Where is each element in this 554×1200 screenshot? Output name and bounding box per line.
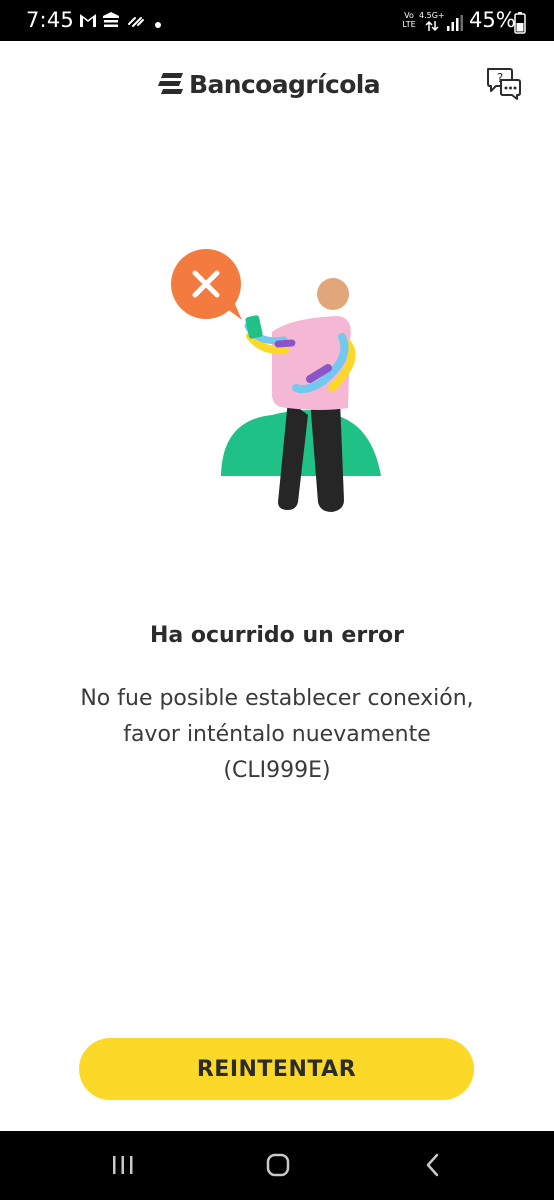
gmail-icon — [80, 14, 96, 27]
error-title: Ha ocurrido un error — [149, 623, 405, 648]
back-button[interactable] — [409, 1145, 457, 1185]
error-message-line: No fue posible establecer conexión, — [80, 686, 474, 711]
recent-apps-icon — [113, 1156, 133, 1174]
error-bubble-icon — [171, 249, 242, 320]
battery-percent: 45% — [469, 8, 516, 32]
help-chat-button[interactable]: ? — [484, 64, 524, 104]
notification-dot — [155, 22, 161, 28]
signal-strength-icon — [447, 15, 463, 31]
data-activity-icon — [425, 20, 439, 32]
chat-help-icon: ? — [487, 68, 521, 100]
error-code: (CLI999E) — [223, 758, 331, 783]
network-type-label: 4.5G+ — [419, 11, 445, 20]
error-message-line: favor inténtalo nuevamente — [123, 722, 431, 747]
brand-name: Bancoagrícola — [189, 69, 381, 99]
error-illustration — [171, 249, 381, 512]
brand-header: Bancoagrícola — [157, 66, 381, 102]
retry-button[interactable]: REINTENTAR — [79, 1038, 474, 1100]
battery-icon — [514, 12, 526, 34]
data-saver-icon — [128, 17, 144, 27]
volte-label: Vo LTE — [402, 11, 416, 29]
bank-app-notification-icon — [103, 12, 119, 27]
home-button[interactable] — [254, 1145, 302, 1185]
home-icon — [266, 1153, 290, 1177]
error-message: No fue posible establecer conexión, favo… — [40, 681, 514, 789]
status-time: 7:45 — [26, 8, 74, 32]
navigation-bar — [0, 1131, 554, 1200]
bancoagricola-logo-icon — [158, 73, 183, 94]
back-icon — [426, 1153, 439, 1177]
recent-apps-button[interactable] — [99, 1145, 147, 1185]
status-bar: 7:45 Vo LTE 4.5G+ 45% — [0, 0, 554, 41]
